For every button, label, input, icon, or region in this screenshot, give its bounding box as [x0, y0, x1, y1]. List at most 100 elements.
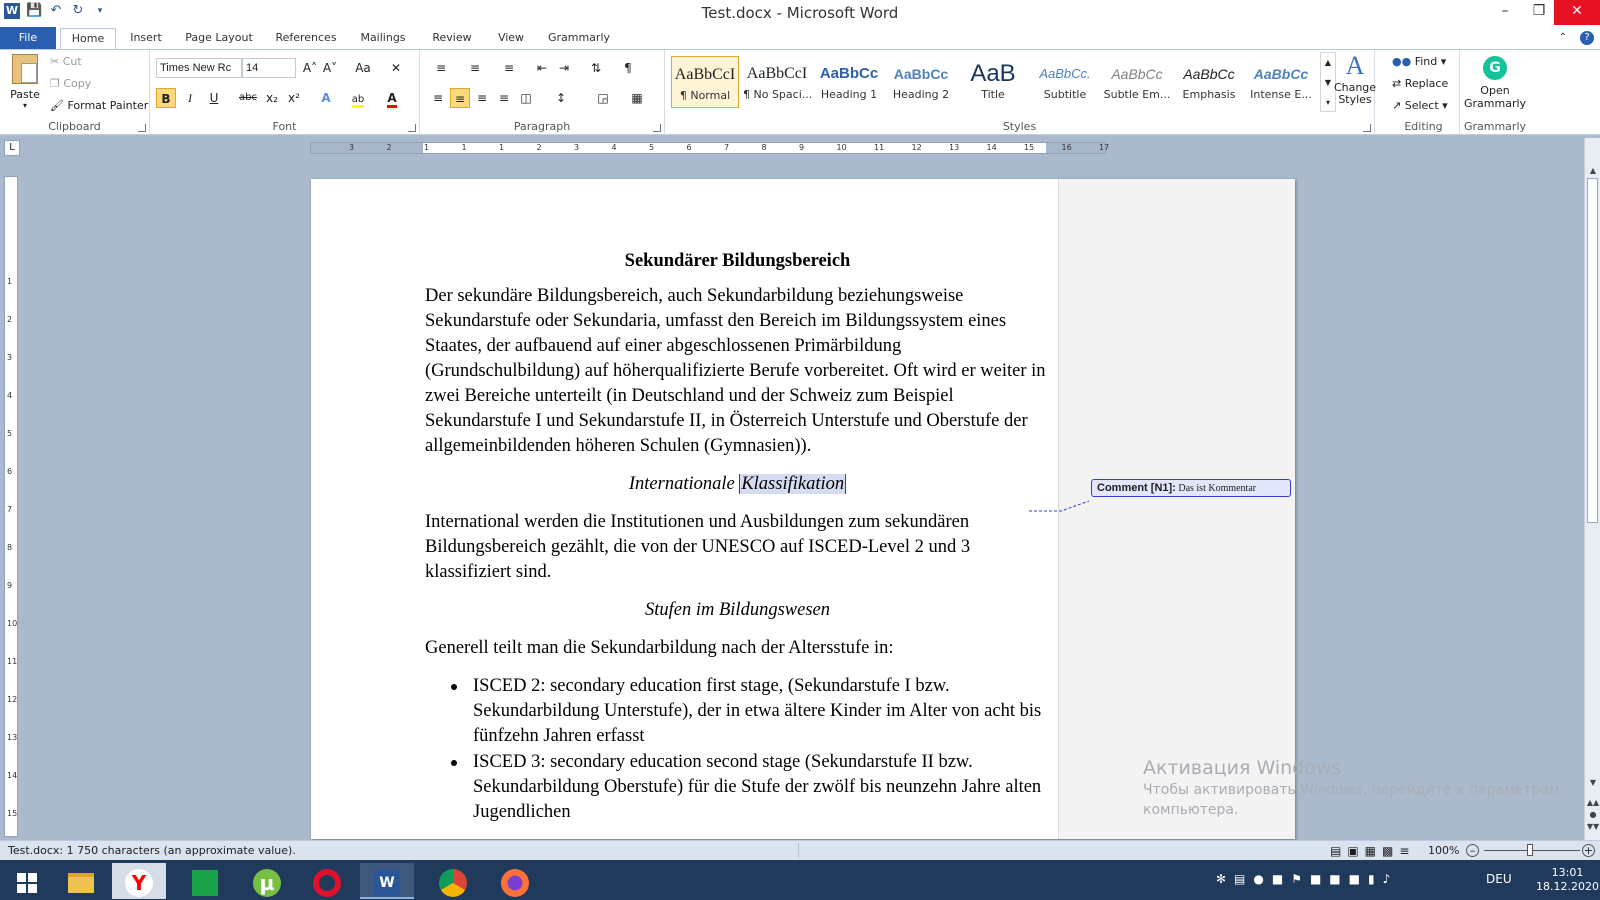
- open-grammarly-button[interactable]: G Open Grammarly: [1464, 56, 1526, 110]
- zoom-in-icon[interactable]: +: [1582, 844, 1595, 857]
- file-explorer-icon[interactable]: [54, 863, 108, 899]
- chrome-icon[interactable]: [426, 863, 480, 899]
- browse-object-icon[interactable]: ●: [1585, 810, 1600, 819]
- cut-button[interactable]: ✂ Cut: [50, 55, 82, 68]
- clock[interactable]: 13:01 18.12.2020: [1536, 866, 1599, 894]
- zoom-level[interactable]: 100%: [1428, 841, 1459, 860]
- sort-icon[interactable]: ⇅: [586, 58, 606, 78]
- paragraph-group-label: Paragraph: [513, 120, 571, 133]
- tray-icons[interactable]: ✻▤●■⚑■■■▮♪: [1216, 872, 1398, 886]
- style-intense-e[interactable]: AaBbCc Intense E...: [1247, 56, 1315, 108]
- multilevel-list-icon[interactable]: ≡: [496, 58, 522, 78]
- align-center-icon[interactable]: ≡: [450, 88, 470, 108]
- font-size-select[interactable]: 14: [242, 58, 296, 78]
- find-button[interactable]: ●● Find ▾: [1392, 55, 1446, 68]
- replace-button[interactable]: ⇄ Replace: [1392, 77, 1448, 90]
- collapse-ribbon-icon[interactable]: ⌃: [1556, 28, 1570, 49]
- scroll-up-icon[interactable]: ▲: [1585, 166, 1600, 175]
- tab-review[interactable]: Review: [424, 28, 480, 49]
- tab-mailings[interactable]: Mailings: [352, 28, 414, 49]
- font-launcher-icon[interactable]: [408, 124, 416, 132]
- line-spacing-icon[interactable]: ↕: [548, 88, 574, 108]
- store-icon[interactable]: [178, 863, 232, 899]
- align-right-icon[interactable]: ≡: [472, 88, 492, 108]
- commented-text[interactable]: Klassifikation: [739, 474, 847, 494]
- opera-icon[interactable]: [300, 863, 354, 899]
- style-emphasis[interactable]: AaBbCc Emphasis: [1175, 56, 1243, 108]
- justify-icon[interactable]: ≡: [494, 88, 514, 108]
- editing-group: ●● Find ▾ ⇄ Replace ↗ Select ▾ Editing: [1388, 50, 1460, 135]
- restore-button[interactable]: ❒: [1522, 0, 1556, 25]
- highlight-button[interactable]: ab: [348, 88, 368, 108]
- strikethrough-button[interactable]: abc: [236, 88, 260, 108]
- paste-button[interactable]: Paste ▾: [6, 54, 44, 110]
- numbering-icon[interactable]: ≡: [462, 58, 488, 78]
- font-family-select[interactable]: Times New Rc: [156, 58, 242, 78]
- help-icon[interactable]: ?: [1578, 27, 1596, 48]
- document-page[interactable]: Sekundärer Bildungsbereich Der sekundäre…: [311, 179, 1295, 839]
- view-buttons[interactable]: ▤▣▦▩≡: [1330, 842, 1415, 861]
- borders-icon[interactable]: ▦: [624, 88, 650, 108]
- status-text[interactable]: Test.docx: 1 750 characters (an approxim…: [8, 841, 296, 860]
- style-heading[interactable]: AaBbCc Heading 2: [887, 56, 955, 108]
- comment-balloon[interactable]: Comment [N1]: Das ist Kommentar: [1091, 479, 1291, 497]
- tab-file[interactable]: File: [0, 27, 56, 49]
- input-language[interactable]: DEU: [1486, 872, 1512, 886]
- shading-icon[interactable]: ◲: [590, 88, 616, 108]
- increase-indent-icon[interactable]: ⇥: [554, 58, 574, 78]
- document-body[interactable]: Sekundärer Bildungsbereich Der sekundäre…: [425, 249, 1050, 826]
- show-marks-button[interactable]: ¶: [618, 58, 638, 78]
- style-heading[interactable]: AaBbCc Heading 1: [815, 56, 883, 108]
- font-color-button[interactable]: A: [382, 88, 402, 108]
- style-normal[interactable]: AaBbCcI ¶ Normal: [671, 56, 739, 108]
- horizontal-ruler[interactable]: 3 2 1 1 1 2 3 4 5 6 7 8 9 10 11 12 13 14 15 16 17: [310, 142, 1109, 154]
- tab-home[interactable]: Home: [60, 28, 116, 49]
- grow-font-button[interactable]: A˄: [300, 58, 320, 78]
- change-styles-button[interactable]: A Change Styles: [1333, 50, 1377, 106]
- paragraph-launcher-icon[interactable]: [653, 124, 661, 132]
- text-effects-icon[interactable]: A: [316, 88, 336, 108]
- firefox-icon[interactable]: [488, 863, 542, 899]
- bullets-icon[interactable]: ≡: [428, 58, 454, 78]
- style-no-spaci[interactable]: AaBbCcI ¶ No Spaci...: [743, 56, 811, 108]
- next-page-icon[interactable]: ▼▼: [1585, 822, 1600, 831]
- italic-button[interactable]: I: [180, 88, 200, 108]
- tab-selector[interactable]: L: [4, 140, 20, 156]
- columns-icon[interactable]: ◫: [516, 88, 536, 108]
- tab-page-layout[interactable]: Page Layout: [180, 28, 258, 49]
- align-left-icon[interactable]: ≡: [428, 88, 448, 108]
- clear-formatting-icon[interactable]: ✕: [386, 58, 406, 78]
- bold-button[interactable]: B: [156, 88, 176, 108]
- shrink-font-button[interactable]: A˅: [320, 58, 340, 78]
- underline-button[interactable]: U: [204, 88, 224, 108]
- start-icon[interactable]: [0, 863, 54, 899]
- superscript-button[interactable]: x²: [284, 88, 304, 108]
- decrease-indent-icon[interactable]: ⇤: [532, 58, 552, 78]
- word-taskbar-icon[interactable]: W: [360, 863, 414, 899]
- yandex-icon[interactable]: Y: [112, 863, 166, 899]
- close-button[interactable]: ✕: [1554, 0, 1600, 25]
- change-case-button[interactable]: Aa: [348, 58, 378, 78]
- previous-page-icon[interactable]: ▲▲: [1585, 798, 1600, 807]
- utorrent-icon[interactable]: µ: [240, 863, 294, 899]
- copy-button[interactable]: ❐ Copy: [50, 77, 91, 90]
- tab-references[interactable]: References: [270, 28, 342, 49]
- vertical-scrollbar[interactable]: ▲ ▼ ▲▲ ● ▼▼: [1584, 138, 1600, 840]
- style-subtitle[interactable]: AaBbCc. Subtitle: [1031, 56, 1099, 108]
- zoom-slider-thumb[interactable]: [1527, 844, 1533, 856]
- tab-grammarly[interactable]: Grammarly: [544, 28, 614, 49]
- format-painter-button[interactable]: 🖌 Format Painter: [50, 99, 148, 112]
- vertical-ruler[interactable]: 1 2 3 4 5 6 7 8 9 10 11 12 13 14 15: [4, 176, 18, 837]
- minimize-button[interactable]: –: [1488, 0, 1522, 25]
- scroll-thumb[interactable]: [1587, 178, 1598, 523]
- style-subtle-em[interactable]: AaBbCc Subtle Em...: [1103, 56, 1171, 108]
- clipboard-launcher-icon[interactable]: [138, 124, 146, 132]
- subscript-button[interactable]: x₂: [262, 88, 282, 108]
- styles-launcher-icon[interactable]: [1363, 124, 1371, 132]
- tab-insert[interactable]: Insert: [121, 28, 171, 49]
- style-title[interactable]: AaB Title: [959, 56, 1027, 108]
- tab-view[interactable]: View: [490, 28, 532, 49]
- scroll-down-icon[interactable]: ▼: [1585, 778, 1600, 787]
- zoom-out-icon[interactable]: –: [1466, 844, 1479, 857]
- select-button[interactable]: ↗ Select ▾: [1392, 99, 1448, 112]
